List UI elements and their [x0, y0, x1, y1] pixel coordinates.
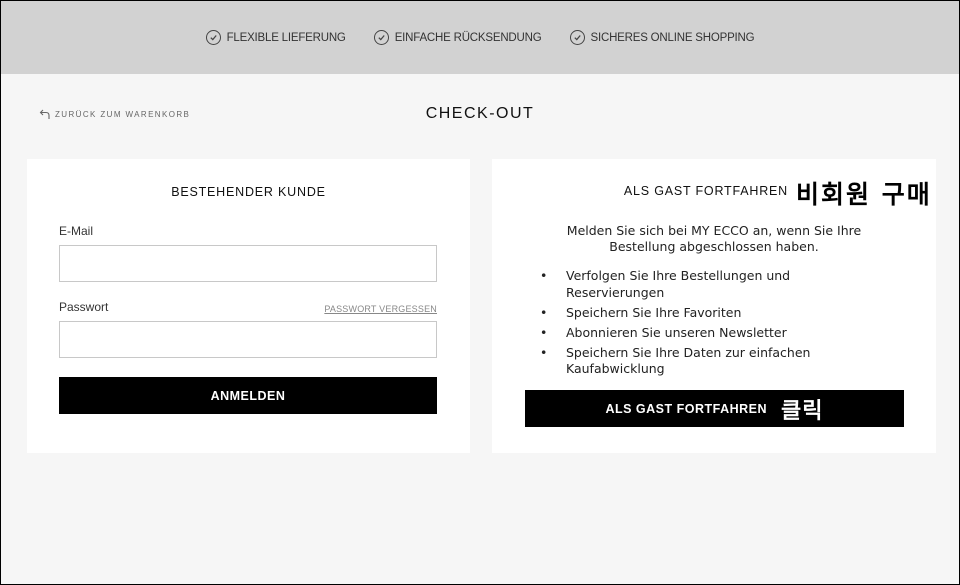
forgot-password-link[interactable]: PASSWORT VERGESSEN [324, 304, 437, 314]
benefits-list: Verfolgen Sie Ihre Bestellungen und Rese… [540, 268, 860, 381]
usp-item: FLEXIBLE LIEFERUNG [205, 30, 346, 45]
usp-label: SICHERES ONLINE SHOPPING [590, 31, 755, 44]
usp-item: EINFACHE RÜCKSENDUNG [373, 30, 542, 45]
usp-label: EINFACHE RÜCKSENDUNG [394, 31, 542, 44]
guest-checkout-panel: ALS GAST FORTFAHREN 비회원 구매 Melden Sie si… [492, 159, 936, 453]
list-item: Speichern Sie Ihre Daten zur einfachen K… [540, 345, 860, 378]
usp-bar: FLEXIBLE LIEFERUNG EINFACHE RÜCKSENDUNG … [1, 1, 959, 74]
list-item: Verfolgen Sie Ihre Bestellungen und Rese… [540, 268, 860, 301]
page-title: CHECK-OUT [425, 105, 535, 122]
click-annotation: 클릭 [781, 398, 824, 424]
list-item: Abonnieren Sie unseren Newsletter [540, 325, 860, 342]
checkout-header: ZURÜCK ZUM WARENKORB CHECK-OUT [1, 74, 959, 158]
guest-button-label: ALS GAST FORTFAHREN [605, 401, 768, 416]
guest-annotation-label: 비회원 구매 [796, 180, 932, 209]
check-circle-icon [205, 30, 221, 45]
check-circle-icon [373, 30, 389, 45]
login-button[interactable]: ANMELDEN [59, 377, 437, 414]
continue-as-guest-button[interactable]: ALS GAST FORTFAHREN 클릭 [525, 390, 904, 427]
existing-customer-panel: BESTEHENDER KUNDE E-Mail Passwort PASSWO… [27, 159, 470, 453]
usp-item: SICHERES ONLINE SHOPPING [569, 30, 755, 45]
email-field[interactable] [59, 245, 437, 282]
check-circle-icon [569, 30, 585, 45]
existing-customer-heading: BESTEHENDER KUNDE [171, 185, 326, 199]
list-item: Speichern Sie Ihre Favoriten [540, 305, 860, 322]
usp-label: FLEXIBLE LIEFERUNG [226, 31, 346, 44]
email-label: E-Mail [59, 224, 94, 238]
guest-heading: ALS GAST FORTFAHREN [623, 184, 788, 198]
password-label: Passwort [59, 300, 109, 314]
guest-intro-text: Melden Sie sich bei MY ECCO an, wenn Sie… [566, 223, 862, 254]
password-field[interactable] [59, 321, 437, 358]
